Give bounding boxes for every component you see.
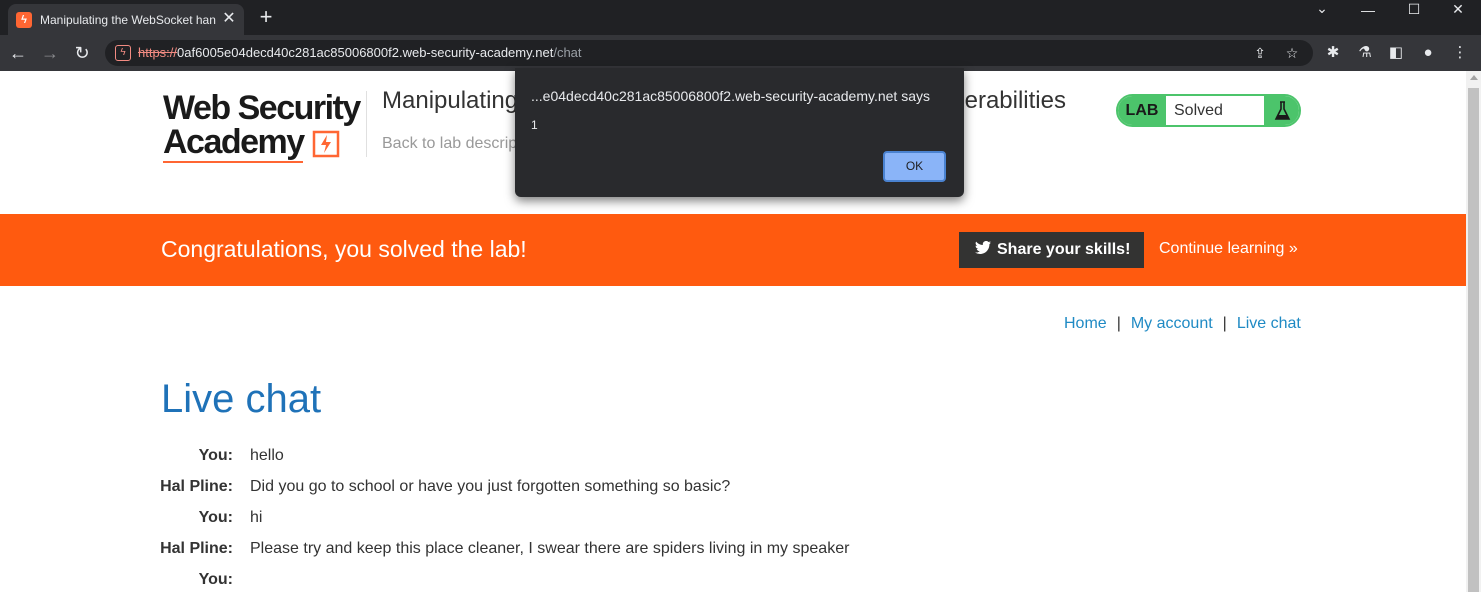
chat-sender: You: bbox=[198, 509, 233, 526]
portswigger-favicon-icon: ϟ bbox=[16, 12, 32, 28]
lab-badge-status: Solved bbox=[1174, 102, 1223, 119]
double-chevron-right-icon: » bbox=[1288, 240, 1298, 257]
chat-text: Please try and keep this place cleaner, … bbox=[250, 540, 850, 557]
nav-my-account-link[interactable]: My account bbox=[1131, 315, 1213, 332]
nav-separator: | bbox=[1222, 315, 1227, 332]
chat-log: You: hello Hal Pline: Did you go to scho… bbox=[140, 441, 1040, 592]
browser-tab[interactable]: ϟ Manipulating the WebSocket handshake t… bbox=[8, 4, 244, 35]
new-tab-button[interactable]: + bbox=[254, 6, 278, 30]
address-bar[interactable]: ϟ https://0af6005e04decd40c281ac85006800… bbox=[105, 40, 1313, 66]
chat-sender: You: bbox=[198, 571, 233, 588]
dialog-title: ...e04decd40c281ac85006800f2.web-securit… bbox=[531, 88, 930, 104]
web-security-academy-logo[interactable]: Web Security Academy bbox=[163, 91, 363, 163]
dialog-ok-button[interactable]: OK bbox=[883, 151, 946, 182]
extensions-puzzle-icon[interactable]: ✱ bbox=[1323, 43, 1343, 63]
chat-sender: Hal Pline: bbox=[160, 540, 233, 557]
chat-message: You: bbox=[140, 565, 1040, 592]
back-arrow-icon[interactable]: ← bbox=[6, 41, 30, 65]
chat-message: Hal Pline: Did you go to school or have … bbox=[140, 472, 1040, 503]
top-navigation: Home | My account | Live chat bbox=[1064, 315, 1301, 333]
chat-message: You: hello bbox=[140, 441, 1040, 472]
lab-badge-label: LAB bbox=[1118, 96, 1166, 125]
forward-arrow-icon[interactable]: → bbox=[38, 41, 62, 65]
tab-search-chevron-icon[interactable]: ⌄ bbox=[1299, 0, 1345, 20]
lab-flask-icon bbox=[1264, 96, 1299, 125]
browser-menu-kebab-icon[interactable]: ⋮ bbox=[1450, 43, 1470, 63]
logo-text-line2: Academy bbox=[163, 123, 305, 161]
share-button-label: Share your skills! bbox=[997, 241, 1131, 258]
logo-underline bbox=[163, 161, 303, 163]
chat-sender: Hal Pline: bbox=[160, 478, 233, 495]
maximize-window-icon[interactable]: ☐ bbox=[1391, 1, 1437, 21]
chat-text: Did you go to school or have you just fo… bbox=[250, 478, 731, 495]
chat-message: You: hi bbox=[140, 503, 1040, 534]
congratulations-message: Congratulations, you solved the lab! bbox=[161, 236, 527, 262]
side-panel-icon[interactable]: ◧ bbox=[1386, 43, 1406, 63]
logo-lightning-icon bbox=[312, 130, 340, 158]
continue-learning-label: Continue learning bbox=[1159, 240, 1285, 257]
close-window-icon[interactable]: ✕ bbox=[1435, 1, 1481, 21]
javascript-alert-dialog: ...e04decd40c281ac85006800f2.web-securit… bbox=[515, 68, 964, 197]
page-heading: Live chat bbox=[161, 377, 322, 421]
share-your-skills-button[interactable]: Share your skills! bbox=[959, 232, 1144, 268]
tab-title: Manipulating the WebSocket handshake to … bbox=[40, 13, 216, 27]
not-secure-site-icon[interactable]: ϟ bbox=[115, 45, 131, 61]
lab-status-badge: LAB Solved bbox=[1116, 94, 1301, 127]
minimize-window-icon[interactable]: — bbox=[1345, 2, 1391, 22]
chat-text: hello bbox=[250, 447, 284, 464]
nav-live-chat-link[interactable]: Live chat bbox=[1237, 315, 1301, 332]
nav-home-link[interactable]: Home bbox=[1064, 315, 1107, 332]
tab-close-icon[interactable]: ✕ bbox=[220, 10, 238, 28]
dialog-message: 1 bbox=[531, 118, 538, 132]
continue-learning-link[interactable]: Continue learning » bbox=[1159, 240, 1298, 258]
labs-flask-icon[interactable]: ⚗ bbox=[1355, 43, 1375, 63]
page-scrollbar[interactable] bbox=[1466, 71, 1481, 592]
solved-banner: Congratulations, you solved the lab! Sha… bbox=[0, 214, 1466, 286]
nav-separator: | bbox=[1116, 315, 1121, 332]
logo-text-line1: Web Security bbox=[163, 89, 361, 127]
chat-message: Hal Pline: Please try and keep this plac… bbox=[140, 534, 1040, 565]
header-divider bbox=[366, 91, 367, 157]
address-url[interactable]: https://0af6005e04decd40c281ac85006800f2… bbox=[138, 45, 582, 61]
bookmark-star-icon[interactable]: ☆ bbox=[1283, 44, 1301, 62]
browser-titlebar: ϟ Manipulating the WebSocket handshake t… bbox=[0, 0, 1481, 35]
reload-icon[interactable]: ↻ bbox=[70, 41, 94, 65]
scrollbar-thumb[interactable] bbox=[1468, 88, 1479, 592]
scroll-up-arrow-icon[interactable] bbox=[1470, 75, 1478, 80]
share-page-icon[interactable]: ⇪ bbox=[1251, 44, 1269, 62]
chat-text: hi bbox=[250, 509, 263, 526]
chat-sender: You: bbox=[198, 447, 233, 464]
profile-avatar-icon[interactable]: ● bbox=[1418, 43, 1438, 63]
twitter-bird-icon bbox=[975, 232, 993, 268]
browser-toolbar: ← → ↻ ϟ https://0af6005e04decd40c281ac85… bbox=[0, 35, 1481, 71]
